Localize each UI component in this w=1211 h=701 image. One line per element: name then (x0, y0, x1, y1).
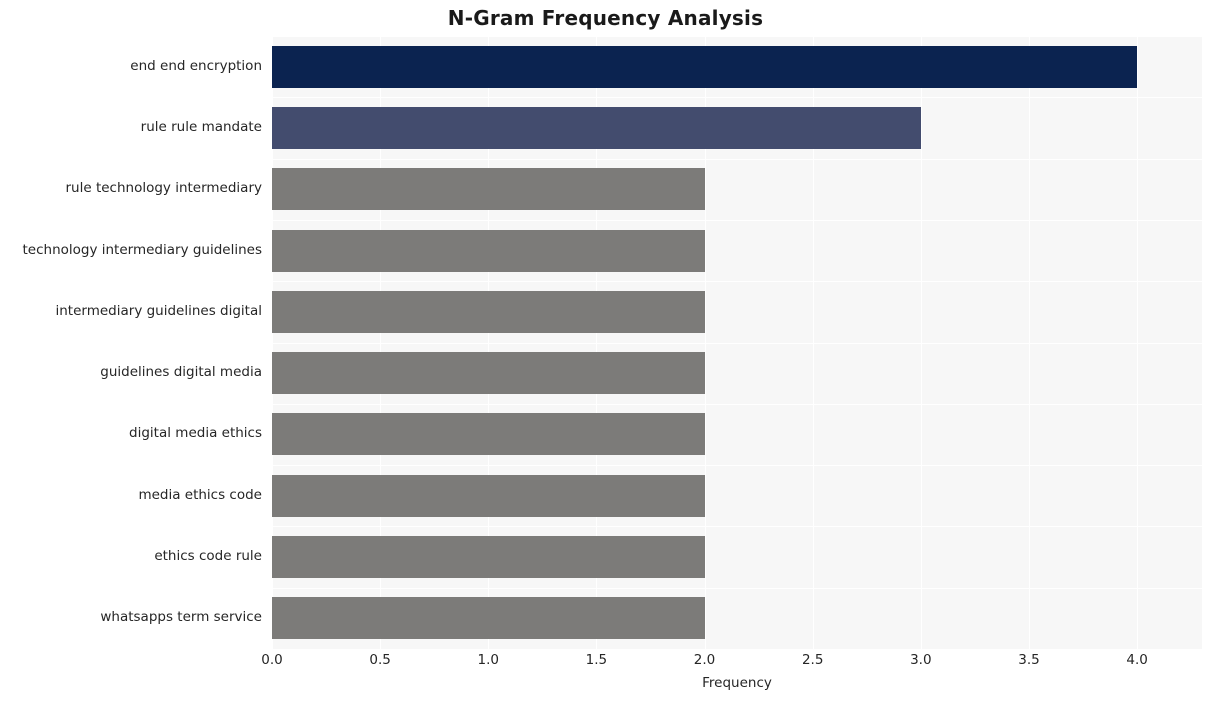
y-axis-tick-label: media ethics code (138, 486, 262, 503)
bar (272, 536, 705, 579)
bar (272, 45, 1138, 88)
chart-title: N-Gram Frequency Analysis (447, 6, 764, 30)
x-axis-tick-labels: 0.0 0.5 1.0 1.5 2.0 2.5 3.0 3.5 4.0 (261, 652, 1202, 672)
x-axis-tick-label: 1.5 (585, 652, 608, 668)
plot-area (272, 36, 1202, 650)
bars-layer (272, 36, 1202, 649)
y-axis-tick-label: end end encryption (130, 57, 262, 74)
y-axis-tick-label: ethics code rule (154, 548, 262, 565)
chart-container: N-Gram Frequency Analysis end end encryp… (0, 0, 1211, 701)
bar (272, 597, 705, 640)
bar (272, 474, 705, 517)
y-axis-tick-label: digital media ethics (129, 425, 262, 442)
x-axis-tick-label: 3.5 (1018, 652, 1040, 668)
x-axis-tick-label: 2.0 (693, 652, 716, 668)
x-axis-title: Frequency (702, 675, 772, 691)
bar (272, 352, 705, 395)
y-axis-tick-label: rule rule mandate (140, 118, 262, 135)
x-axis-tick-label: 3.0 (910, 652, 932, 668)
bar (272, 106, 921, 149)
bar (272, 168, 705, 211)
x-axis-tick-label: 4.0 (1126, 652, 1148, 668)
y-axis-tick-label: intermediary guidelines digital (55, 302, 263, 319)
y-axis-tick-label: rule technology intermediary (65, 180, 262, 197)
y-axis-tick-label: whatsapps term service (100, 609, 262, 626)
bar (272, 413, 705, 456)
bar (272, 290, 705, 333)
x-axis-tick-label: 2.5 (801, 652, 824, 668)
y-axis-tick-label: guidelines digital media (100, 364, 262, 381)
bar (272, 229, 705, 272)
x-axis-tick-label: 0.5 (369, 652, 391, 668)
gridline-horizontal (272, 649, 1202, 650)
x-axis-tick-label: 0.0 (261, 652, 283, 668)
y-axis-labels: end end encryption rule rule mandate rule … (0, 36, 263, 649)
y-axis-tick-label: technology intermediary guidelines (22, 241, 263, 258)
x-axis-tick-label: 1.0 (477, 652, 500, 668)
